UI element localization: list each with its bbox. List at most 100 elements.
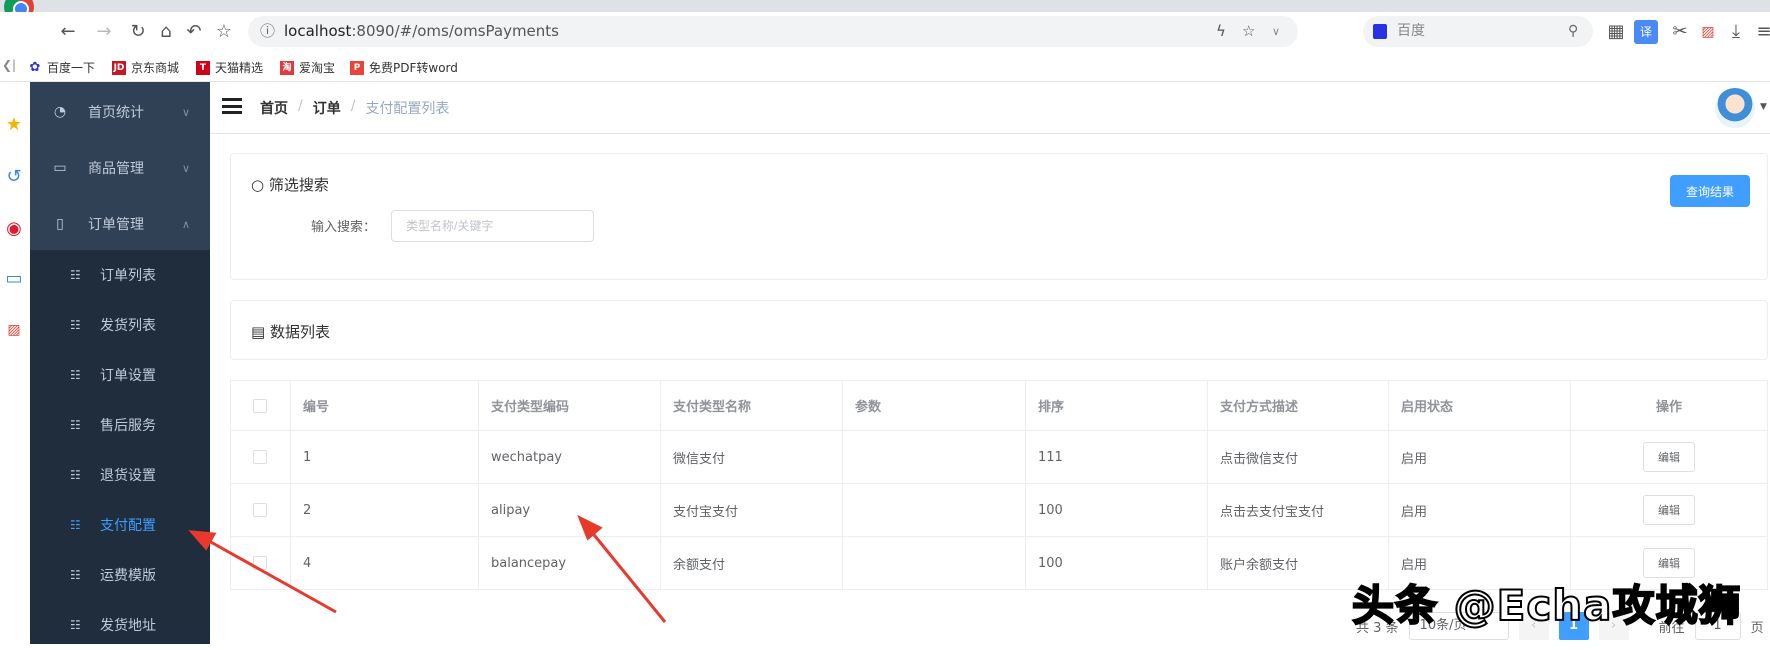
row-checkbox-cell [230,536,291,590]
submenu-label: 发货地址 [100,618,156,634]
search-label: 输入搜索： [311,220,377,235]
cell-sort: 100 [1025,536,1208,590]
user-avatar[interactable] [1715,88,1755,128]
chevron-up-icon: ∧ [181,217,190,231]
cell-params [842,483,1026,537]
submenu-label: 订单列表 [100,268,156,284]
app-header: 首页 / 订单 / 支付配置列表 ▼ [210,82,1770,134]
menu-products[interactable]: ▭ 商品管理 ∨ [30,140,210,196]
back-icon[interactable]: ← [56,20,80,44]
search-icon[interactable]: ⚲ [1568,16,1578,47]
filter-title-text: 筛选搜索 [268,176,329,194]
bookmark-jd[interactable]: JD 京东商城 [112,59,179,76]
row-checkbox[interactable] [253,556,267,570]
breadcrumb-orders[interactable]: 订单 [313,98,341,118]
collapse-sidebar-icon[interactable]: ❮| [2,58,16,72]
submenu-after-sales[interactable]: ☷ 售后服务 [30,400,210,450]
translate-icon[interactable]: 译 [1634,20,1658,44]
submenu-order-settings[interactable]: ☷ 订单设置 [30,350,210,400]
list-icon: ☷ [70,518,81,532]
jd-icon: JD [112,60,126,75]
search-placeholder: 百度 [1397,23,1425,39]
submenu-order-list[interactable]: ☷ 订单列表 [30,250,210,300]
address-bar[interactable]: ⓘ localhost:8090/#/oms/omsPayments ϟ ☆ ∨ [248,16,1298,47]
qrcode-icon[interactable]: ▦ [1604,20,1628,44]
favorites-star-icon[interactable]: ★ [2,114,26,138]
undo-icon[interactable]: ↶ [182,20,206,44]
bookmark-baidu[interactable]: ✿ 百度一下 [28,59,95,76]
cell-id: 4 [290,536,479,590]
chevron-down-icon: ∨ [181,105,190,119]
cell-id: 2 [290,483,479,537]
submenu-payment-config[interactable]: ☷ 支付配置 [30,500,210,550]
submenu-label: 退货设置 [100,468,156,484]
list-icon: ☷ [70,418,81,432]
row-checkbox[interactable] [253,450,267,464]
menu-label: 商品管理 [88,161,144,177]
star-icon[interactable]: ☆ [1242,16,1255,47]
bookmark-star-icon[interactable]: ☆ [212,20,236,44]
menu-label: 订单管理 [88,217,144,233]
submenu-label: 售后服务 [100,418,156,434]
chevron-down-icon: ∨ [181,161,190,175]
bookmark-pdf[interactable]: P 免费PDF转word [350,59,458,76]
submenu-shipping-address[interactable]: ☷ 发货地址 [30,600,210,650]
cell-status: 启用 [1388,483,1571,537]
cell-code: alipay [478,483,661,537]
tmall-icon: T [196,60,210,75]
bookmark-aitaobao[interactable]: 淘爱淘宝 [280,59,335,76]
breadcrumb-home[interactable]: 首页 [260,98,288,118]
column-header: 编号 [290,380,479,431]
cell-name: 支付宝支付 [660,483,843,537]
baidu-paw-icon [1373,24,1387,39]
history-icon[interactable]: ↺ [2,166,26,190]
select-all-checkbox[interactable] [253,398,267,413]
home-icon[interactable]: ⌂ [154,20,178,44]
cell-params [842,536,1026,590]
search-input[interactable] [391,210,594,242]
menu-icon[interactable]: ≡ [1752,20,1770,44]
table-header-row: 编号 支付类型编码 支付类型名称 参数 排序 支付方式描述 启用状态 操作 [230,380,1768,431]
submenu-delivery-list[interactable]: ☷ 发货列表 [30,300,210,350]
window-icon[interactable]: ▭ [2,268,26,292]
row-checkbox[interactable] [253,503,267,517]
browser-tab-strip[interactable] [0,0,1770,12]
lightning-icon[interactable]: ϟ [1216,16,1226,47]
menu-home-stats[interactable]: ◔ 首页统计 ∨ [30,84,210,140]
chevron-down-icon[interactable]: ∨ [1272,16,1280,47]
edit-button[interactable]: 编辑 [1643,495,1695,525]
search-engine-box[interactable]: 百度 ⚲ [1363,16,1593,47]
menu-orders[interactable]: ▯ 订单管理 ∧ [30,196,210,252]
pdf-icon[interactable]: ▨ [2,322,26,346]
search-icon: ○ [251,176,269,194]
reload-icon[interactable]: ↻ [126,20,150,44]
list-title-text: 数据列表 [269,323,330,341]
bookmark-tmall[interactable]: T 天猫精选 [196,59,263,76]
column-header: 排序 [1025,380,1208,431]
cell-params [842,430,1026,484]
submenu-shipping-template[interactable]: ☷ 运费模版 [30,550,210,600]
weibo-icon[interactable]: ◉ [2,218,26,242]
column-header: 支付方式描述 [1207,380,1389,431]
list-icon: ☷ [70,468,81,482]
submenu-return-settings[interactable]: ☷ 退货设置 [30,450,210,500]
list-title: ▤ 数据列表 [251,321,330,342]
cell-sort: 100 [1025,483,1208,537]
list-card: ▤ 数据列表 [230,300,1768,360]
query-button[interactable]: 查询结果 [1670,175,1750,207]
scissors-icon[interactable]: ✂ [1668,20,1692,44]
cell-status: 启用 [1388,430,1571,484]
bookmark-label: 爱淘宝 [299,61,336,75]
pdf-icon[interactable]: ▨ [1696,20,1720,44]
caret-down-icon[interactable]: ▼ [1760,102,1767,112]
forward-icon[interactable]: → [92,20,116,44]
list-icon: ☷ [70,368,81,382]
clipboard-icon: ▯ [56,216,64,232]
hamburger-icon[interactable] [222,98,242,114]
aitaobao-icon: 淘 [280,60,294,75]
breadcrumb: 首页 / 订单 / 支付配置列表 [260,98,449,118]
download-icon[interactable]: ⤓ [1724,20,1748,44]
edit-button[interactable]: 编辑 [1643,442,1695,472]
row-checkbox-cell [230,483,291,537]
filter-card: ○ 筛选搜索 输入搜索： 查询结果 [230,153,1768,280]
